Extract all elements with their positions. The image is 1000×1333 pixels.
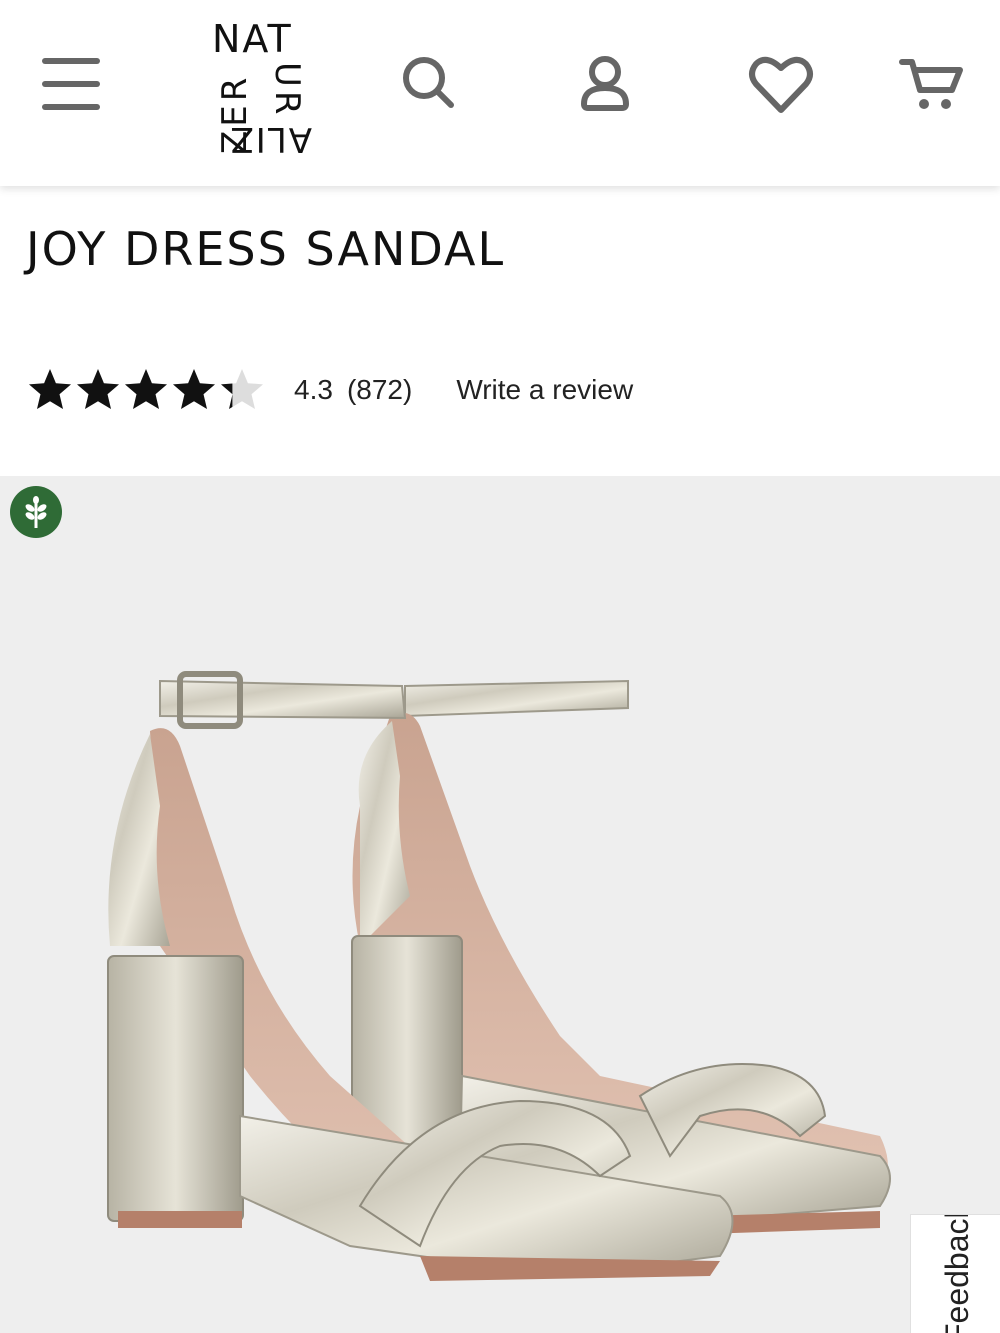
star-icon — [122, 366, 170, 414]
write-review-link[interactable]: Write a review — [456, 374, 633, 406]
rating-value: 4.3 — [294, 374, 333, 405]
search-icon[interactable] — [396, 50, 466, 120]
star-icon — [74, 366, 122, 414]
site-header: NAT ZER UR ALIZ — [0, 0, 1000, 186]
hamburger-menu-icon[interactable] — [42, 56, 102, 112]
logo-graphic: NAT ZER UR ALIZ — [212, 17, 312, 159]
product-image-gallery[interactable] — [0, 476, 1000, 1333]
logo-text-bottom: ALIZ — [228, 119, 312, 158]
heart-icon[interactable] — [746, 50, 816, 120]
cart-icon[interactable] — [896, 50, 966, 120]
account-icon[interactable] — [570, 50, 640, 120]
star-rating — [26, 366, 266, 414]
leaf-eco-icon — [10, 486, 62, 538]
product-title: JOY DRESS SANDAL — [26, 222, 506, 276]
review-count-link[interactable]: (872) — [347, 374, 412, 406]
menu-line — [42, 58, 100, 64]
product-rating[interactable]: 4.3 (872) Write a review — [26, 364, 633, 416]
feedback-label: Feedback — [939, 1214, 975, 1333]
star-icon — [26, 366, 74, 414]
product-image-sandals — [107, 671, 891, 1281]
logo-text-right: UR — [267, 62, 307, 119]
feedback-tab[interactable]: Feedback — [910, 1214, 1000, 1333]
star-icon — [170, 366, 218, 414]
menu-line — [42, 104, 100, 110]
menu-line — [42, 81, 100, 87]
logo-text-top: NAT — [212, 18, 293, 61]
star-icon — [218, 366, 266, 414]
brand-logo[interactable]: NAT ZER UR ALIZ — [210, 17, 315, 159]
